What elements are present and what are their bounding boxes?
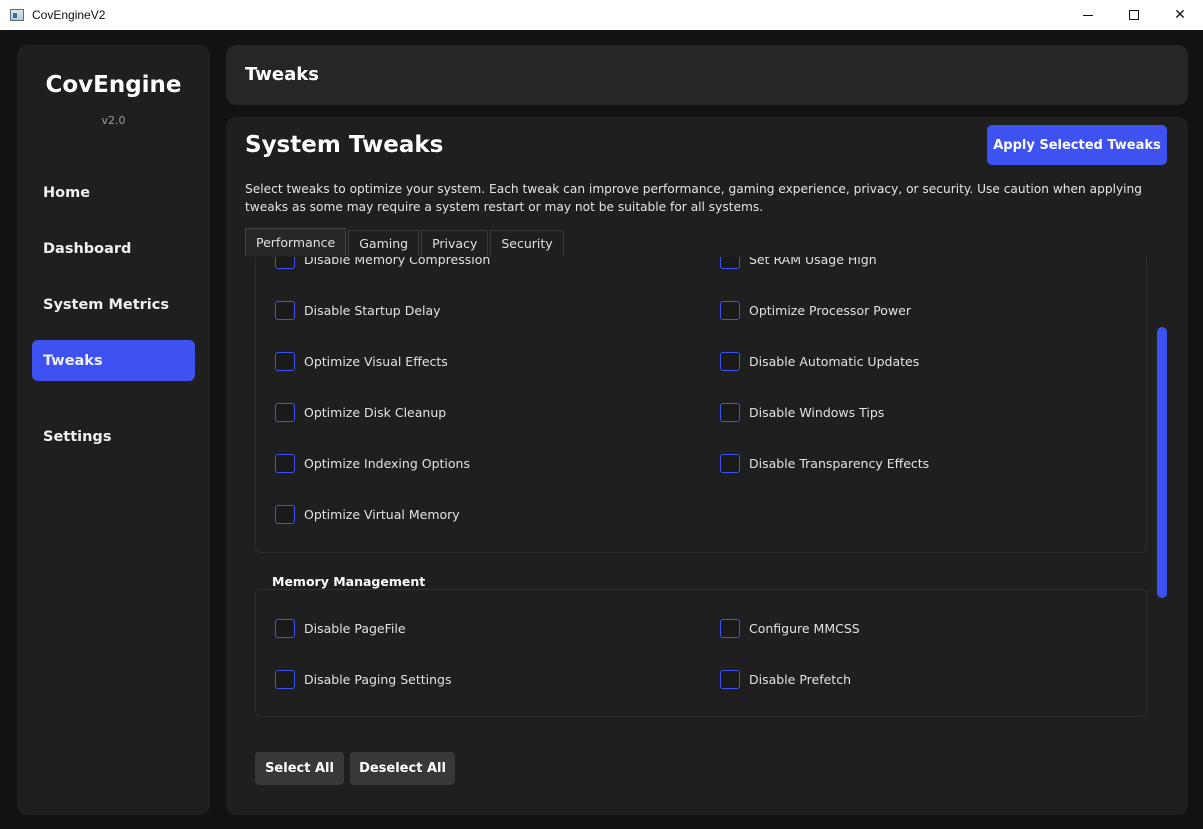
sidebar-item-dashboard[interactable]: Dashboard <box>32 228 195 269</box>
page-title: System Tweaks <box>245 132 444 158</box>
tweak-label: Disable Paging Settings <box>304 672 452 687</box>
checkbox[interactable] <box>720 454 740 473</box>
close-button[interactable]: ✕ <box>1157 0 1203 30</box>
tweak-label: Disable Windows Tips <box>749 405 885 420</box>
sidebar-item-settings[interactable]: Settings <box>32 416 195 457</box>
group-title-memory-management: Memory Management <box>272 574 426 589</box>
tweak-label: Optimize Indexing Options <box>304 456 470 471</box>
app-icon <box>10 9 24 21</box>
minimize-button[interactable] <box>1065 0 1111 30</box>
sidebar-item-home[interactable]: Home <box>32 172 195 213</box>
tweak-label: Disable Transparency Effects <box>749 456 930 471</box>
page-header: Tweaks <box>226 45 1188 105</box>
tweak-label: Disable Startup Delay <box>304 303 441 318</box>
checkbox[interactable] <box>275 505 295 524</box>
tweak-disable-transparency-effects[interactable]: Disable Transparency Effects <box>720 454 929 473</box>
checkbox[interactable] <box>720 301 740 320</box>
window-title: CovEngineV2 <box>32 8 106 22</box>
sidebar: CovEngine v2.0 Home Dashboard System Met… <box>17 45 210 815</box>
checkbox[interactable] <box>275 403 295 422</box>
maximize-icon <box>1129 10 1139 20</box>
minimize-icon <box>1083 14 1093 16</box>
page-description: Select tweaks to optimize your system. E… <box>245 182 1143 214</box>
checkbox[interactable] <box>720 670 740 689</box>
tweaks-scroll-area[interactable]: Disable Memory Compression Disable Start… <box>245 257 1167 745</box>
tweak-disable-automatic-updates[interactable]: Disable Automatic Updates <box>720 352 919 371</box>
deselect-all-button[interactable]: Deselect All <box>350 752 455 785</box>
maximize-button[interactable] <box>1111 0 1157 30</box>
checkbox[interactable] <box>720 403 740 422</box>
tweak-optimize-virtual-memory[interactable]: Optimize Virtual Memory <box>275 505 460 524</box>
tweak-optimize-indexing-options[interactable]: Optimize Indexing Options <box>275 454 470 473</box>
checkbox[interactable] <box>275 670 295 689</box>
tweak-optimize-visual-effects[interactable]: Optimize Visual Effects <box>275 352 448 371</box>
tab-security[interactable]: Security <box>490 230 564 256</box>
checkbox[interactable] <box>275 352 295 371</box>
sidebar-item-tweaks[interactable]: Tweaks <box>32 340 195 381</box>
main-panel: System Tweaks Apply Selected Tweaks Sele… <box>226 117 1188 815</box>
sidebar-item-system-metrics[interactable]: System Metrics <box>32 284 195 325</box>
checkbox[interactable] <box>275 257 295 269</box>
tweak-label: Optimize Virtual Memory <box>304 507 460 522</box>
tweak-disable-paging-settings[interactable]: Disable Paging Settings <box>275 670 452 689</box>
checkbox[interactable] <box>720 257 740 269</box>
header-title: Tweaks <box>245 64 319 85</box>
tweak-label: Disable Memory Compression <box>304 257 491 267</box>
vertical-scrollbar[interactable] <box>1157 327 1167 598</box>
tweak-set-ram-usage-high[interactable]: Set RAM Usage High <box>720 257 877 269</box>
tab-privacy[interactable]: Privacy <box>421 230 489 256</box>
tweak-optimize-disk-cleanup[interactable]: Optimize Disk Cleanup <box>275 403 446 422</box>
tweak-label: Disable Prefetch <box>749 672 852 687</box>
checkbox[interactable] <box>720 352 740 371</box>
tweak-configure-mmcss[interactable]: Configure MMCSS <box>720 619 860 638</box>
tweak-disable-memory-compression[interactable]: Disable Memory Compression <box>275 257 490 269</box>
checkbox[interactable] <box>720 619 740 638</box>
checkbox[interactable] <box>275 619 295 638</box>
tweak-label: Optimize Processor Power <box>749 303 911 318</box>
tweak-label: Configure MMCSS <box>749 621 860 636</box>
tab-gaming[interactable]: Gaming <box>348 230 420 256</box>
checkbox[interactable] <box>275 301 295 320</box>
tweak-tabs: Performance Gaming Privacy Security <box>245 228 566 257</box>
tweak-label: Disable PageFile <box>304 621 406 636</box>
checkbox[interactable] <box>275 454 295 473</box>
tweak-disable-windows-tips[interactable]: Disable Windows Tips <box>720 403 884 422</box>
tweak-label: Disable Automatic Updates <box>749 354 920 369</box>
app-version: v2.0 <box>101 114 126 127</box>
tweak-disable-prefetch[interactable]: Disable Prefetch <box>720 670 851 689</box>
tab-performance[interactable]: Performance <box>245 228 347 256</box>
tweak-label: Set RAM Usage High <box>749 257 877 267</box>
tweak-disable-startup-delay[interactable]: Disable Startup Delay <box>275 301 441 320</box>
window-titlebar: CovEngineV2 ✕ <box>0 0 1203 30</box>
tweak-disable-pagefile[interactable]: Disable PageFile <box>275 619 406 638</box>
tweak-label: Optimize Disk Cleanup <box>304 405 447 420</box>
group-memory-management <box>255 589 1147 717</box>
app-brand: CovEngine <box>45 72 182 98</box>
close-icon: ✕ <box>1174 7 1186 23</box>
tweak-optimize-processor-power[interactable]: Optimize Processor Power <box>720 301 911 320</box>
tweak-label: Optimize Visual Effects <box>304 354 448 369</box>
apply-selected-tweaks-button[interactable]: Apply Selected Tweaks <box>987 125 1167 165</box>
select-all-button[interactable]: Select All <box>255 752 344 785</box>
